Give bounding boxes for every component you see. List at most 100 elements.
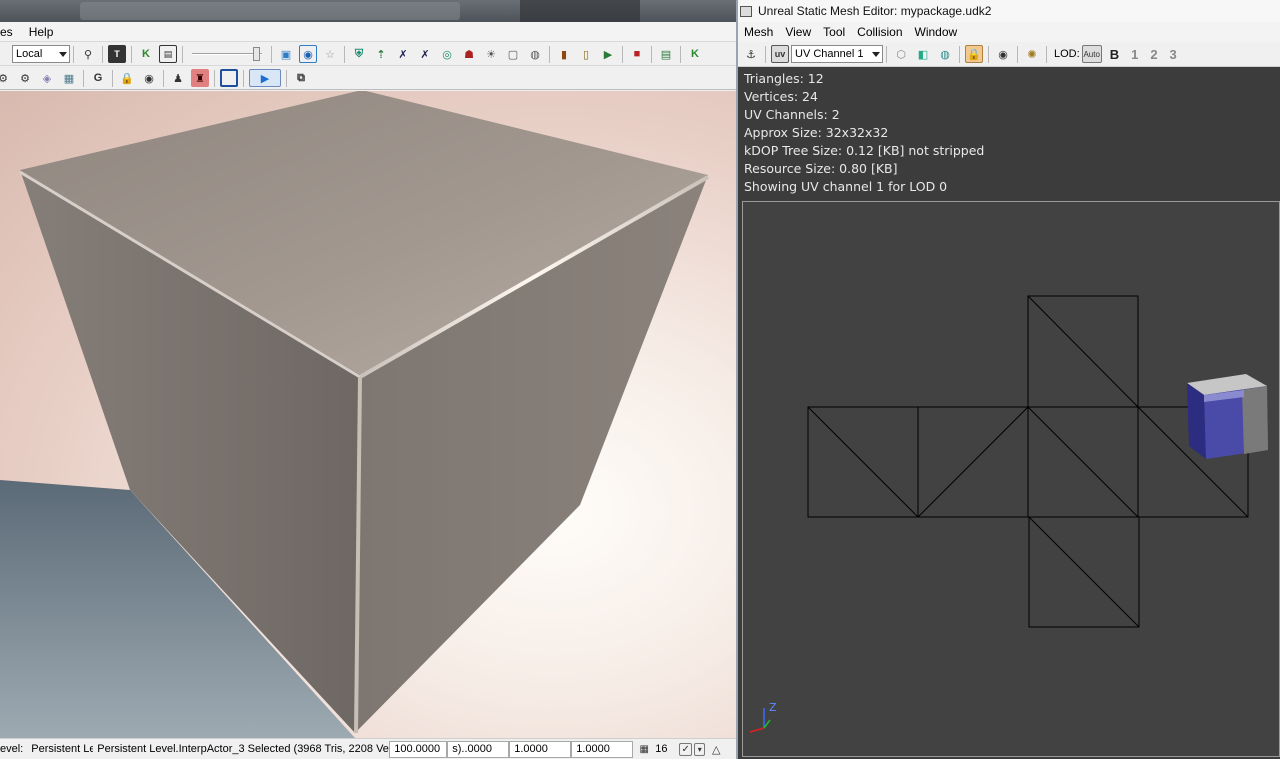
mesh-editor-toolbar: ⚓ uv UV Channel 1 ⬡ ◧ ◍ 🔒 ◉ ✺ LOD: Auto …: [738, 42, 1280, 67]
eye-icon[interactable]: ◉: [140, 69, 158, 87]
mesh-stats: Triangles: 12 Vertices: 24 UV Channels: …: [744, 70, 984, 196]
star-icon[interactable]: ☆: [321, 45, 339, 63]
main-menu-bar: es Help: [0, 22, 736, 42]
mesh-editor-menu-bar: Mesh View Tool Collision Window: [738, 22, 1280, 42]
socket-icon[interactable]: ⚓: [742, 45, 760, 63]
translate-icon[interactable]: ⇡: [372, 45, 390, 63]
window-icon[interactable]: ▢: [504, 45, 522, 63]
menu-item-mesh[interactable]: Mesh: [738, 25, 779, 39]
camera-speed-slider[interactable]: [192, 45, 262, 63]
play-icon[interactable]: ▶: [249, 69, 281, 87]
realtime-icon[interactable]: ◉: [299, 45, 317, 63]
binoculars-icon[interactable]: ⚲: [79, 45, 97, 63]
build-lighting-icon[interactable]: ▯: [577, 45, 595, 63]
bounds-icon[interactable]: ◧: [914, 45, 932, 63]
collision-icon[interactable]: ◍: [936, 45, 954, 63]
level-label: evel:: [0, 743, 24, 755]
shield-icon[interactable]: ⛨: [350, 45, 368, 63]
scale-y-field[interactable]: 1.0000: [571, 740, 634, 758]
app-icon: [740, 5, 752, 17]
menu-item-windows-partial[interactable]: es: [0, 25, 21, 39]
selection-info: Persistent Level.InterpActor_3 Selected …: [97, 743, 390, 755]
lock-camera-icon[interactable]: 🔒: [965, 45, 983, 63]
brush-sub-icon[interactable]: ✗: [416, 45, 434, 63]
menu-item-collision[interactable]: Collision: [851, 25, 908, 39]
uv-diagonal: [807, 406, 919, 518]
perspective-viewport[interactable]: [0, 91, 736, 738]
terrain-icon[interactable]: T: [108, 45, 126, 63]
menu-item-window[interactable]: Window: [909, 25, 964, 39]
main-toolbar-bottom: ⚙ ⚙ ◈ ▦ G 🔒 ◉ ♟ ♜ ▶ ⧉: [0, 67, 736, 90]
main-editor-window: es Help Local ⚲ T K ▤ ▣ ◉ ☆ ⛨ ⇡ ✗ ✗ ◎ ☗ …: [0, 0, 736, 759]
coord-system-select[interactable]: Local: [12, 45, 70, 63]
stat-approx-size: Approx Size: 32x32x32: [744, 125, 889, 140]
uv-diagonal: [1028, 516, 1140, 628]
gadget-letter-button[interactable]: G: [89, 69, 107, 87]
volume-icon[interactable]: ◎: [438, 45, 456, 63]
lod-base-button[interactable]: B: [1110, 47, 1119, 62]
lod-3-button[interactable]: 3: [1170, 47, 1177, 62]
cog-icon[interactable]: ⚙: [16, 69, 34, 87]
stat-resource-size: Resource Size: 0.80 [KB]: [744, 161, 898, 176]
grid-size[interactable]: 16: [655, 743, 677, 755]
kismet-icon[interactable]: K: [137, 45, 155, 63]
menu-item-help[interactable]: Help: [21, 25, 62, 39]
matinee-icon[interactable]: ▤: [159, 45, 177, 63]
axis-z-label: Z: [769, 701, 777, 714]
maximize-viewport-icon[interactable]: [220, 69, 238, 87]
current-level: Persistent Le: [31, 743, 94, 755]
content-browser-icon[interactable]: ▣: [277, 45, 295, 63]
actor-icon[interactable]: ☗: [460, 45, 478, 63]
axis-gizmo: Z: [749, 701, 777, 733]
play-build-icon[interactable]: ▶: [599, 45, 617, 63]
mesh-editor-titlebar: Unreal Static Mesh Editor: mypackage.udk…: [738, 0, 1280, 22]
mesh-editor-title: Unreal Static Mesh Editor: mypackage.udk…: [758, 4, 992, 18]
wireframe-cube-icon[interactable]: ⬡: [892, 45, 910, 63]
uv-diagonal: [917, 406, 1029, 518]
lod-2-button[interactable]: 2: [1150, 47, 1157, 62]
player-icon[interactable]: ♜: [191, 69, 209, 87]
light-icon[interactable]: ☀: [482, 45, 500, 63]
drag-grid-field[interactable]: 100.0000: [389, 740, 448, 758]
brush-add-icon[interactable]: ✗: [394, 45, 412, 63]
angle-snap-icon[interactable]: △: [707, 740, 725, 758]
stat-uv-channels: UV Channels: 2: [744, 107, 840, 122]
menu-item-tool[interactable]: Tool: [817, 25, 851, 39]
lock-icon[interactable]: 🔒: [118, 69, 136, 87]
gear-icon[interactable]: ⚙: [0, 69, 12, 87]
uv-diagonal: [1027, 295, 1139, 408]
titlebar-blur-dark: [520, 0, 640, 22]
mesh-icon[interactable]: ▦: [60, 69, 78, 87]
uv-diagonal: [1027, 406, 1139, 518]
menu-item-view[interactable]: View: [779, 25, 817, 39]
sun-icon[interactable]: ✺: [1023, 45, 1041, 63]
stat-kdop: kDOP Tree Size: 0.12 [KB] not stripped: [744, 143, 985, 158]
popout-icon[interactable]: ⧉: [292, 69, 310, 87]
grid-icon[interactable]: ▦: [635, 740, 653, 758]
main-toolbar-top: Local ⚲ T K ▤ ▣ ◉ ☆ ⛨ ⇡ ✗ ✗ ◎ ☗ ☀ ▢ ◍ ▮ …: [0, 43, 736, 66]
play-in-editor-icon[interactable]: ▤: [657, 45, 675, 63]
cube-render: [0, 91, 709, 738]
sound-icon[interactable]: ◍: [526, 45, 544, 63]
kismet-small-icon[interactable]: K: [686, 45, 704, 63]
uv-layout: Z: [749, 295, 1268, 733]
static-mesh-editor-window: Unreal Static Mesh Editor: mypackage.udk…: [736, 0, 1280, 759]
stat-triangles: Triangles: 12: [744, 71, 824, 86]
uv-toggle-icon[interactable]: uv: [771, 45, 789, 63]
eye-icon[interactable]: ◉: [994, 45, 1012, 63]
grid-dropdown-icon[interactable]: ▾: [694, 742, 706, 756]
cube-icon[interactable]: ◈: [38, 69, 56, 87]
grid-checkbox[interactable]: ✓: [679, 742, 693, 756]
main-editor-titlebar: [0, 0, 736, 22]
lod-1-button[interactable]: 1: [1131, 47, 1138, 62]
joystick-icon[interactable]: ♟: [169, 69, 187, 87]
lod-auto-button[interactable]: Auto: [1081, 45, 1102, 63]
scale-x-field[interactable]: 1.0000: [509, 740, 572, 758]
rotation-grid-field[interactable]: s)..0000: [447, 740, 510, 758]
mesh-preview-cube: [1187, 374, 1268, 459]
build-icon[interactable]: ▮: [555, 45, 573, 63]
uv-viewport[interactable]: Z: [742, 201, 1280, 757]
uv-channel-select[interactable]: UV Channel 1: [791, 45, 883, 63]
build-all-icon[interactable]: ■: [628, 45, 646, 63]
stat-showing-uv: Showing UV channel 1 for LOD 0: [744, 179, 948, 194]
